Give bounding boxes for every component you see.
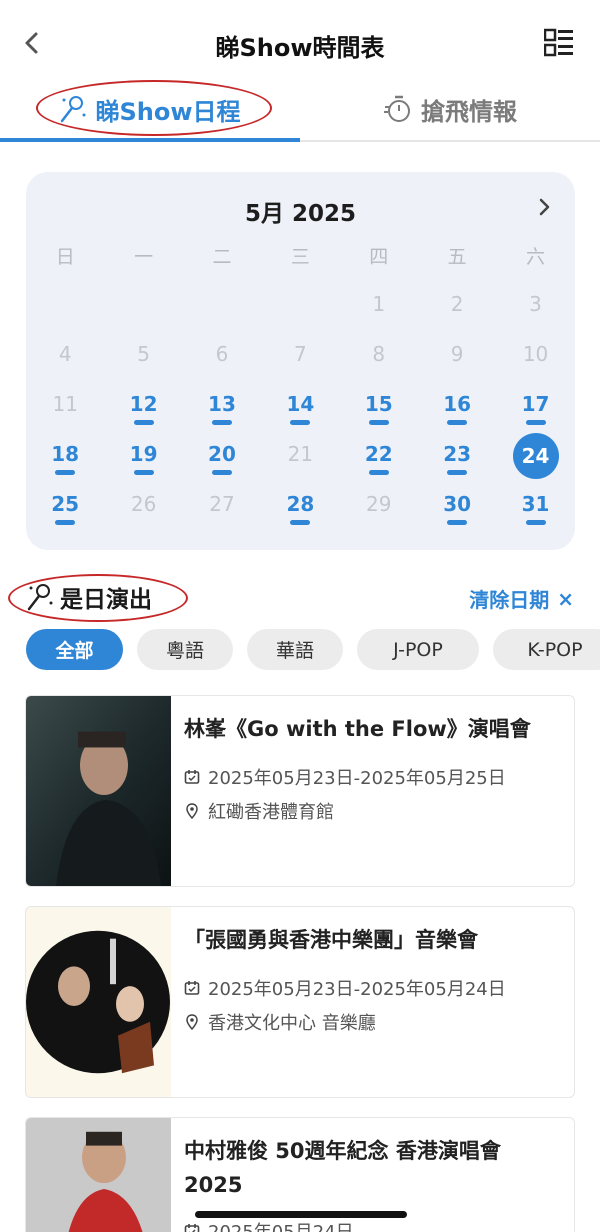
weekday-label: 日 — [55, 246, 75, 268]
calendar-day[interactable]: 19 — [104, 434, 182, 484]
calendar-day: 1 — [372, 292, 386, 316]
calendar-day[interactable]: 18 — [26, 434, 104, 484]
event-venue: 紅磡香港體育館 — [184, 798, 334, 824]
calendar-day[interactable]: 15 — [340, 384, 418, 434]
calendar-day: 27 — [209, 492, 235, 516]
weekday-header: 日一二三四五六 — [26, 234, 575, 284]
calendar-day: 8 — [372, 342, 386, 366]
calendar-day[interactable]: 12 — [104, 384, 182, 434]
calendar-day[interactable]: 23 — [418, 434, 496, 484]
calendar-day: 2 — [450, 292, 464, 316]
calendar-day[interactable]: 28 — [261, 484, 339, 534]
close-icon: × — [557, 586, 574, 611]
event-card[interactable]: 林峯《Go with the Flow》演唱會 2025年05月23日-2025… — [25, 695, 575, 887]
event-date: 2025年05月24日 — [184, 1218, 354, 1232]
weekday-label: 六 — [526, 246, 546, 268]
event-date: 2025年05月23日-2025年05月24日 — [184, 975, 506, 1001]
filter-chips: 全部 粵語 華語 J-POP K-POP — [26, 629, 600, 670]
calendar-day[interactable]: 31 — [496, 484, 574, 534]
calendar-day — [26, 284, 104, 334]
weekday-label: 一 — [134, 246, 154, 268]
top-bar: 睇Show時間表 — [0, 0, 600, 88]
event-venue-text: 紅磡香港體育館 — [208, 802, 334, 823]
calendar-day-selected[interactable]: 24 — [496, 433, 574, 484]
calendar-week: 4 5 6 7 8 9 10 — [26, 334, 575, 384]
calendar-day: 4 — [58, 342, 72, 366]
calendar-day: 6 — [215, 342, 229, 366]
weekday-label: 四 — [369, 246, 389, 268]
calendar-day[interactable]: 20 — [183, 434, 261, 484]
calendar-day[interactable]: 22 — [340, 434, 418, 484]
calendar-day: 5 — [137, 342, 150, 366]
tab-ticket-info[interactable]: 搶飛情報 — [300, 78, 600, 140]
active-tab-indicator — [0, 138, 300, 142]
calendar-day[interactable]: 25 — [26, 484, 104, 534]
calendar-week: 1 2 3 — [26, 284, 575, 334]
calendar-day — [104, 284, 182, 334]
calendar-day: 10 — [522, 342, 549, 366]
event-poster — [26, 907, 171, 1097]
event-date: 2025年05月23日-2025年05月25日 — [184, 764, 506, 790]
clear-date-label: 清除日期 — [469, 588, 550, 612]
home-indicator — [195, 1211, 407, 1218]
event-title: 林峯《Go with the Flow》演唱會 — [184, 717, 531, 741]
calendar-week: 11 12 13 14 15 16 17 — [26, 384, 575, 434]
event-date-text: 2025年05月23日-2025年05月24日 — [208, 979, 506, 1000]
calendar-day: 21 — [287, 442, 314, 466]
calendar-day — [261, 284, 339, 334]
filter-chip-all[interactable]: 全部 — [26, 629, 123, 670]
clear-date-button[interactable]: 清除日期 × — [469, 584, 574, 613]
calendar-week: 18 19 20 21 22 23 24 — [26, 433, 575, 484]
annotation-circle — [36, 80, 272, 136]
location-pin-icon — [186, 803, 198, 819]
tab-label: 搶飛情報 — [421, 97, 517, 126]
chevron-right-icon[interactable] — [533, 196, 555, 218]
weekday-label: 三 — [290, 246, 310, 268]
calendar-day[interactable]: 13 — [183, 384, 261, 434]
calendar-day: 3 — [529, 292, 542, 316]
calendar-day: 9 — [450, 342, 464, 366]
filter-chip-jpop[interactable]: J-POP — [357, 629, 479, 670]
weekday-label: 二 — [212, 246, 232, 268]
calendar-day: 7 — [294, 342, 307, 366]
weekday-label: 五 — [447, 246, 467, 268]
calendar-day[interactable]: 16 — [418, 384, 496, 434]
filter-chip-kpop[interactable]: K-POP — [493, 629, 600, 670]
event-title: 「張國勇與香港中樂團」音樂會 — [184, 928, 478, 952]
calendar-day: 26 — [130, 492, 157, 516]
calendar-icon — [184, 981, 200, 995]
calendar-day: 11 — [52, 392, 78, 416]
section-title: 是日演出 — [60, 587, 152, 613]
calendar-week: 25 26 27 28 29 30 31 — [26, 484, 575, 534]
calendar-grid: 日一二三四五六 1 2 3 4 5 6 7 8 9 10 11 12 13 14 15 16 17 18 19 20 21… — [26, 234, 575, 534]
calendar-day: 29 — [366, 492, 392, 516]
calendar-day[interactable]: 17 — [496, 384, 574, 434]
microphone-icon — [27, 584, 53, 611]
event-poster — [26, 1118, 171, 1232]
calendar-day[interactable]: 14 — [261, 384, 339, 434]
event-poster — [26, 696, 171, 886]
event-card[interactable]: 「張國勇與香港中樂團」音樂會 2025年05月23日-2025年05月24日 香… — [25, 906, 575, 1098]
event-venue-text: 香港文化中心 音樂廳 — [208, 1013, 376, 1034]
location-pin-icon — [186, 1014, 198, 1030]
calendar-icon — [184, 770, 200, 784]
calendar-month-label: 5月 2025 — [244, 201, 357, 227]
section-header: 是日演出 — [26, 580, 152, 614]
filter-chip-cantonese[interactable]: 粵語 — [137, 629, 233, 670]
page-title: 睇Show時間表 — [215, 34, 385, 62]
event-date-text: 2025年05月24日 — [208, 1218, 354, 1232]
event-venue: 香港文化中心 音樂廳 — [184, 1009, 376, 1035]
event-title: 中村雅俊 50週年紀念 香港演唱會 2025 — [184, 1139, 501, 1197]
event-date-text: 2025年05月23日-2025年05月25日 — [208, 768, 506, 789]
calendar-day — [183, 284, 261, 334]
list-view-icon[interactable] — [544, 28, 574, 58]
calendar: 5月 2025 日一二三四五六 1 2 3 4 5 6 7 8 9 10 11 12 13 14 15 16 17… — [26, 172, 575, 550]
calendar-day[interactable]: 30 — [418, 484, 496, 534]
filter-chip-mandarin[interactable]: 華語 — [247, 629, 343, 670]
stopwatch-icon — [384, 95, 410, 122]
calendar-icon — [184, 1224, 200, 1232]
